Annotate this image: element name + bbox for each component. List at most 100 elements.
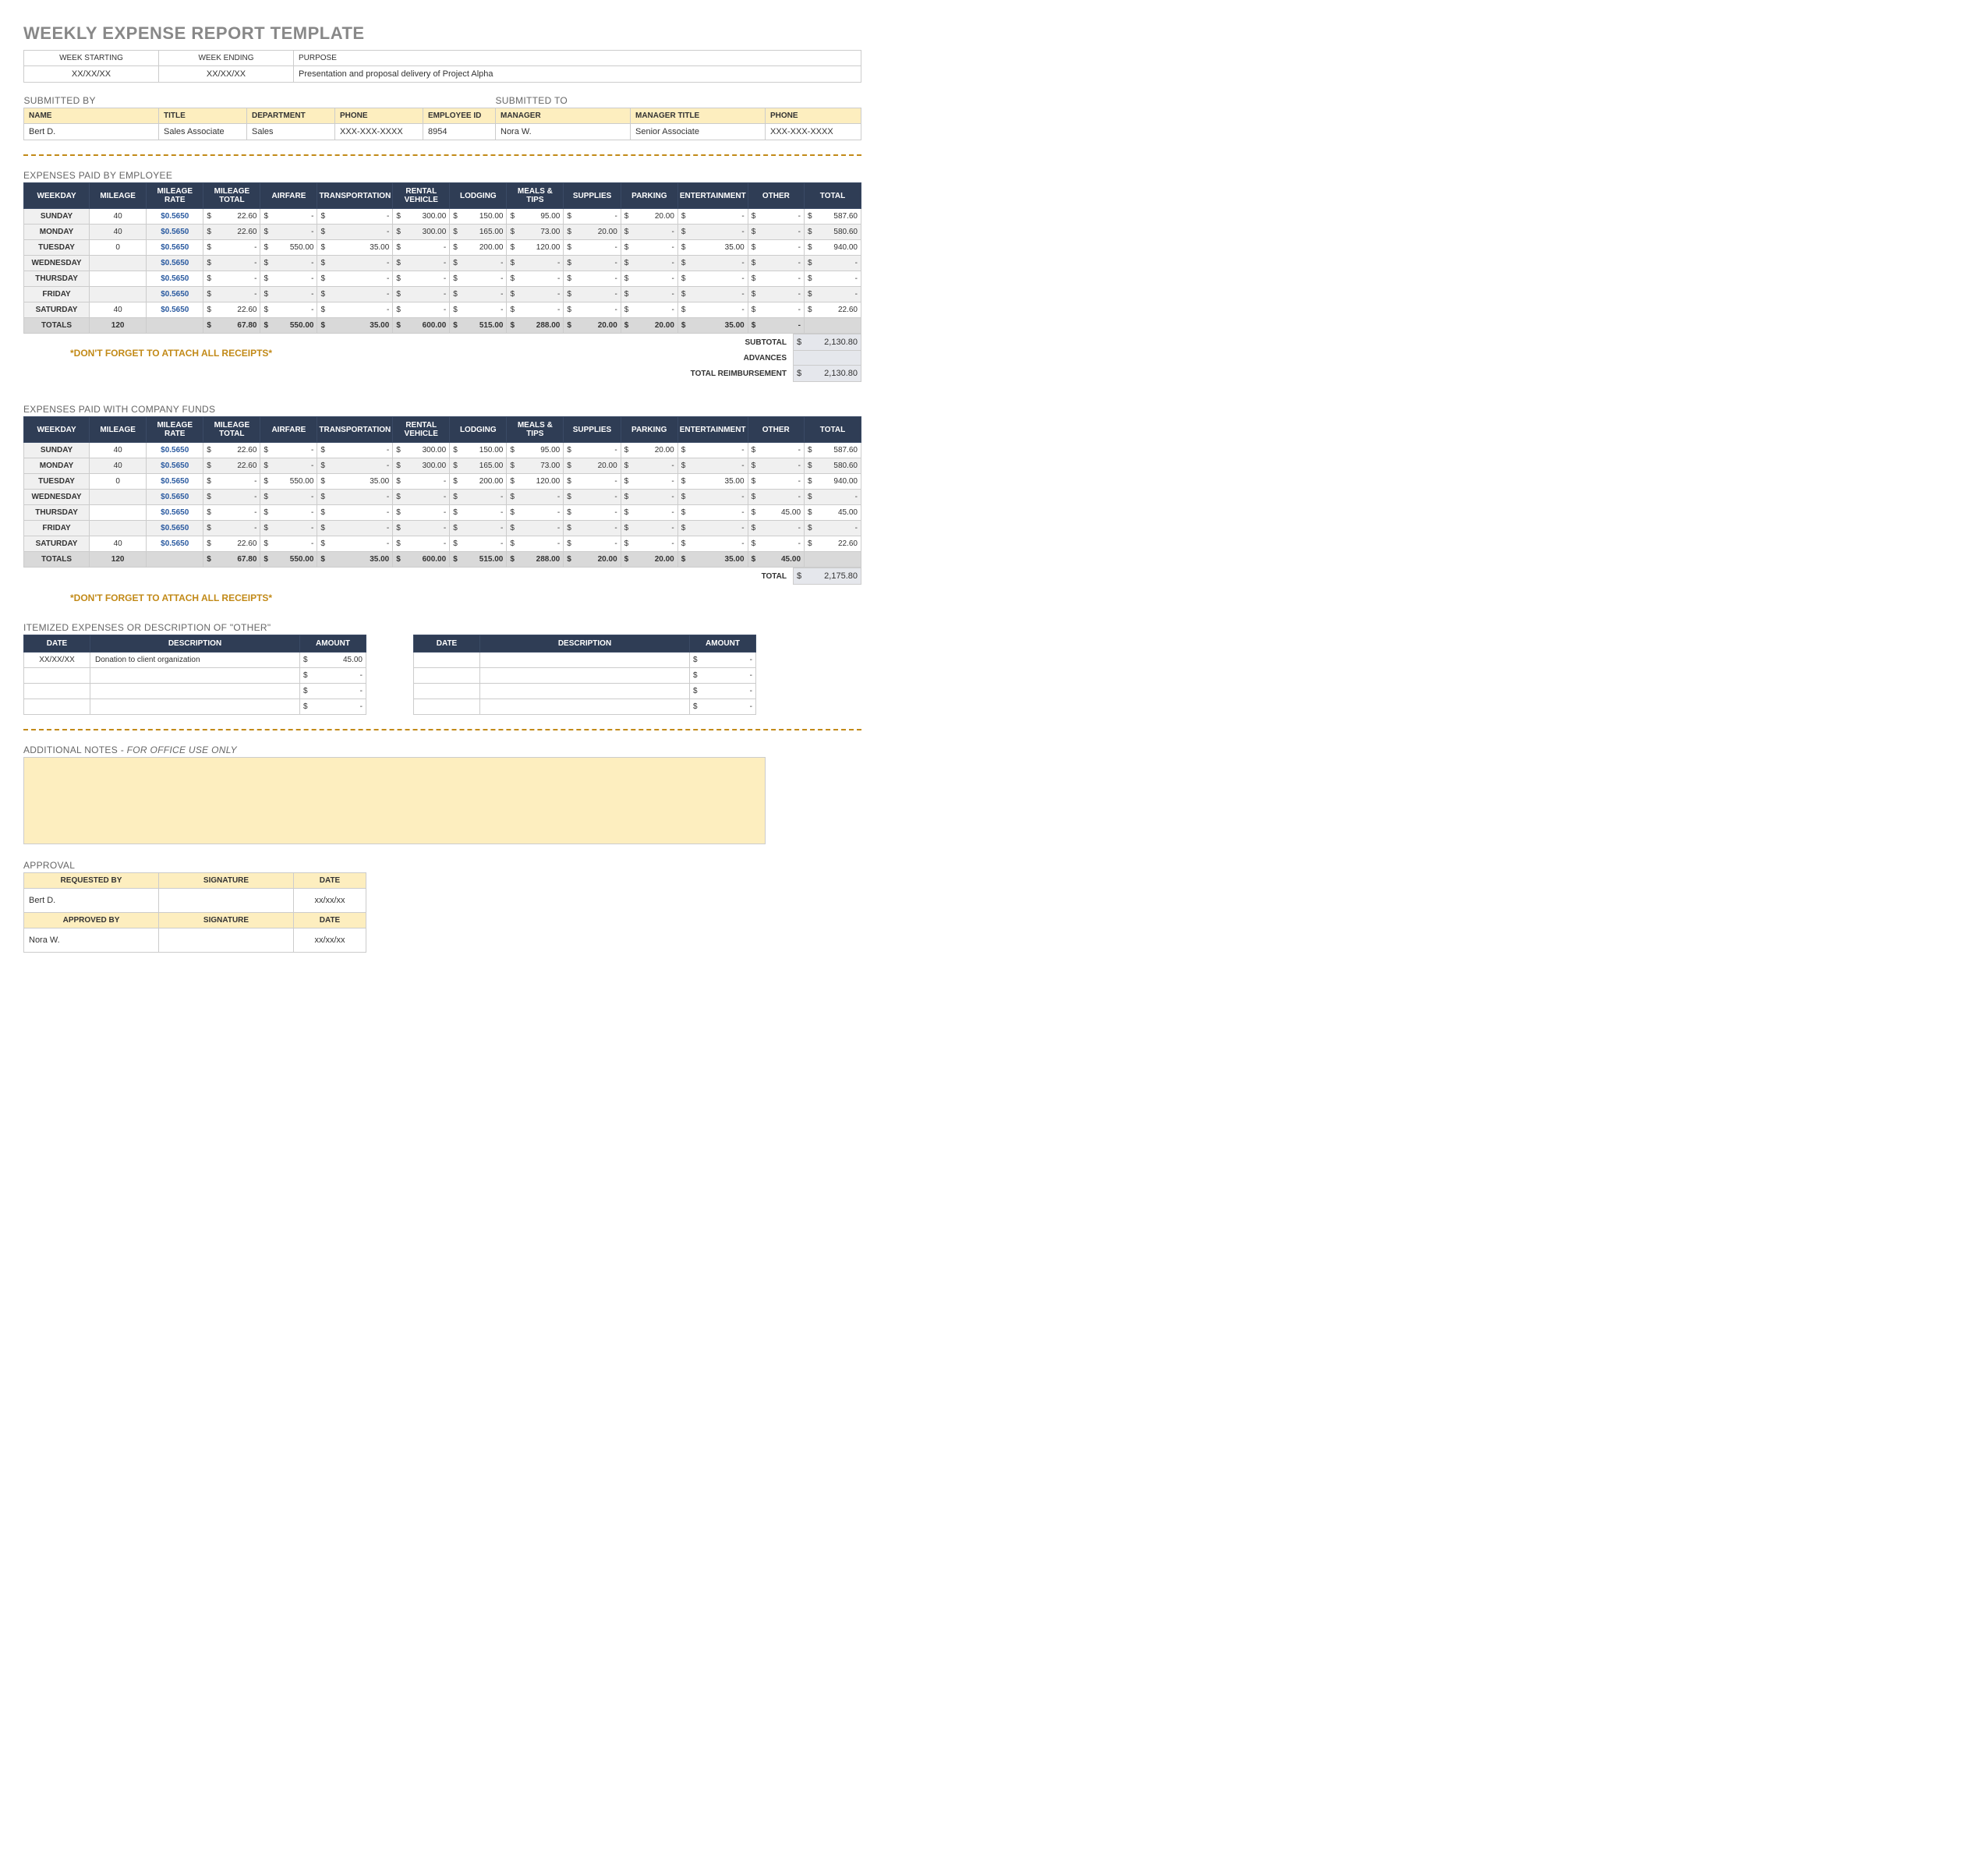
rv-cell[interactable]: 300.00 [393, 225, 450, 240]
tr-cell[interactable]: - [317, 521, 393, 536]
sup-cell[interactable]: 20.00 [564, 458, 621, 474]
lodg-cell[interactable]: 165.00 [450, 458, 507, 474]
meals-cell[interactable]: - [507, 505, 564, 521]
oth-cell[interactable]: - [748, 443, 804, 458]
lodg-cell[interactable]: - [450, 256, 507, 271]
mileage-cell[interactable] [90, 490, 147, 505]
park-cell[interactable]: - [621, 225, 677, 240]
sup-cell[interactable]: - [564, 256, 621, 271]
tr-cell[interactable]: - [317, 225, 393, 240]
lodg-cell[interactable]: 150.00 [450, 443, 507, 458]
val-signature-1[interactable] [159, 889, 294, 913]
sup-cell[interactable]: - [564, 521, 621, 536]
itm-date[interactable] [24, 684, 90, 699]
air-cell[interactable]: - [260, 521, 317, 536]
air-cell[interactable]: - [260, 490, 317, 505]
itm-date[interactable]: XX/XX/XX [24, 653, 90, 668]
tr-cell[interactable]: - [317, 287, 393, 302]
ent-cell[interactable]: - [677, 521, 748, 536]
sup-cell[interactable]: - [564, 443, 621, 458]
rv-cell[interactable]: - [393, 536, 450, 552]
rv-cell[interactable]: - [393, 271, 450, 287]
val-manager-phone[interactable]: XXX-XXX-XXXX [766, 124, 861, 140]
rv-cell[interactable]: - [393, 490, 450, 505]
park-cell[interactable]: - [621, 505, 677, 521]
air-cell[interactable]: 550.00 [260, 240, 317, 256]
sup-cell[interactable]: - [564, 271, 621, 287]
meals-cell[interactable]: - [507, 287, 564, 302]
itm-desc[interactable] [480, 684, 690, 699]
air-cell[interactable]: - [260, 536, 317, 552]
ent-cell[interactable]: - [677, 302, 748, 318]
oth-cell[interactable]: - [748, 256, 804, 271]
itm-date[interactable] [24, 668, 90, 684]
air-cell[interactable]: - [260, 302, 317, 318]
lodg-cell[interactable]: - [450, 287, 507, 302]
itm-desc[interactable] [480, 653, 690, 668]
rv-cell[interactable]: - [393, 302, 450, 318]
lodg-cell[interactable]: 150.00 [450, 209, 507, 225]
val-manager[interactable]: Nora W. [496, 124, 631, 140]
park-cell[interactable]: - [621, 458, 677, 474]
park-cell[interactable]: - [621, 240, 677, 256]
notes-box[interactable] [23, 757, 766, 844]
oth-cell[interactable]: - [748, 490, 804, 505]
oth-cell[interactable]: - [748, 536, 804, 552]
itm-date[interactable] [414, 653, 480, 668]
val-employee-id[interactable]: 8954 [423, 124, 496, 140]
air-cell[interactable]: - [260, 443, 317, 458]
val-week-ending[interactable]: XX/XX/XX [159, 66, 294, 83]
meals-cell[interactable]: - [507, 521, 564, 536]
park-cell[interactable]: - [621, 287, 677, 302]
air-cell[interactable]: - [260, 209, 317, 225]
ent-cell[interactable]: - [677, 536, 748, 552]
oth-cell[interactable]: - [748, 302, 804, 318]
val-title[interactable]: Sales Associate [159, 124, 247, 140]
park-cell[interactable]: - [621, 490, 677, 505]
val-signature-2[interactable] [159, 928, 294, 953]
sup-cell[interactable]: - [564, 287, 621, 302]
ent-cell[interactable]: - [677, 225, 748, 240]
rv-cell[interactable]: - [393, 505, 450, 521]
meals-cell[interactable]: 73.00 [507, 225, 564, 240]
itm-amt[interactable]: - [690, 653, 756, 668]
tr-cell[interactable]: - [317, 302, 393, 318]
lodg-cell[interactable]: - [450, 302, 507, 318]
mileage-cell[interactable]: 40 [90, 443, 147, 458]
air-cell[interactable]: 550.00 [260, 474, 317, 490]
itm-desc[interactable]: Donation to client organization [90, 653, 300, 668]
park-cell[interactable]: - [621, 474, 677, 490]
tr-cell[interactable]: - [317, 536, 393, 552]
mileage-cell[interactable] [90, 256, 147, 271]
tr-cell[interactable]: 35.00 [317, 240, 393, 256]
lodg-cell[interactable]: 165.00 [450, 225, 507, 240]
itm-date[interactable] [414, 699, 480, 715]
meals-cell[interactable]: - [507, 302, 564, 318]
lodg-cell[interactable]: - [450, 271, 507, 287]
ent-cell[interactable]: 35.00 [677, 240, 748, 256]
rv-cell[interactable]: 300.00 [393, 209, 450, 225]
val-purpose[interactable]: Presentation and proposal delivery of Pr… [294, 66, 861, 83]
meals-cell[interactable]: - [507, 536, 564, 552]
oth-cell[interactable]: - [748, 521, 804, 536]
rv-cell[interactable]: - [393, 521, 450, 536]
air-cell[interactable]: - [260, 271, 317, 287]
park-cell[interactable]: 20.00 [621, 209, 677, 225]
mileage-cell[interactable]: 0 [90, 240, 147, 256]
itm-date[interactable] [414, 684, 480, 699]
oth-cell[interactable]: - [748, 209, 804, 225]
itm-date[interactable] [24, 699, 90, 715]
tr-cell[interactable]: - [317, 443, 393, 458]
tr-cell[interactable]: - [317, 490, 393, 505]
park-cell[interactable]: - [621, 302, 677, 318]
meals-cell[interactable]: - [507, 256, 564, 271]
oth-cell[interactable]: - [748, 225, 804, 240]
sup-cell[interactable]: - [564, 536, 621, 552]
oth-cell[interactable]: - [748, 474, 804, 490]
mileage-cell[interactable]: 40 [90, 536, 147, 552]
tr-cell[interactable]: - [317, 256, 393, 271]
air-cell[interactable]: - [260, 505, 317, 521]
mileage-cell[interactable]: 0 [90, 474, 147, 490]
sup-cell[interactable]: - [564, 505, 621, 521]
rv-cell[interactable]: 300.00 [393, 443, 450, 458]
